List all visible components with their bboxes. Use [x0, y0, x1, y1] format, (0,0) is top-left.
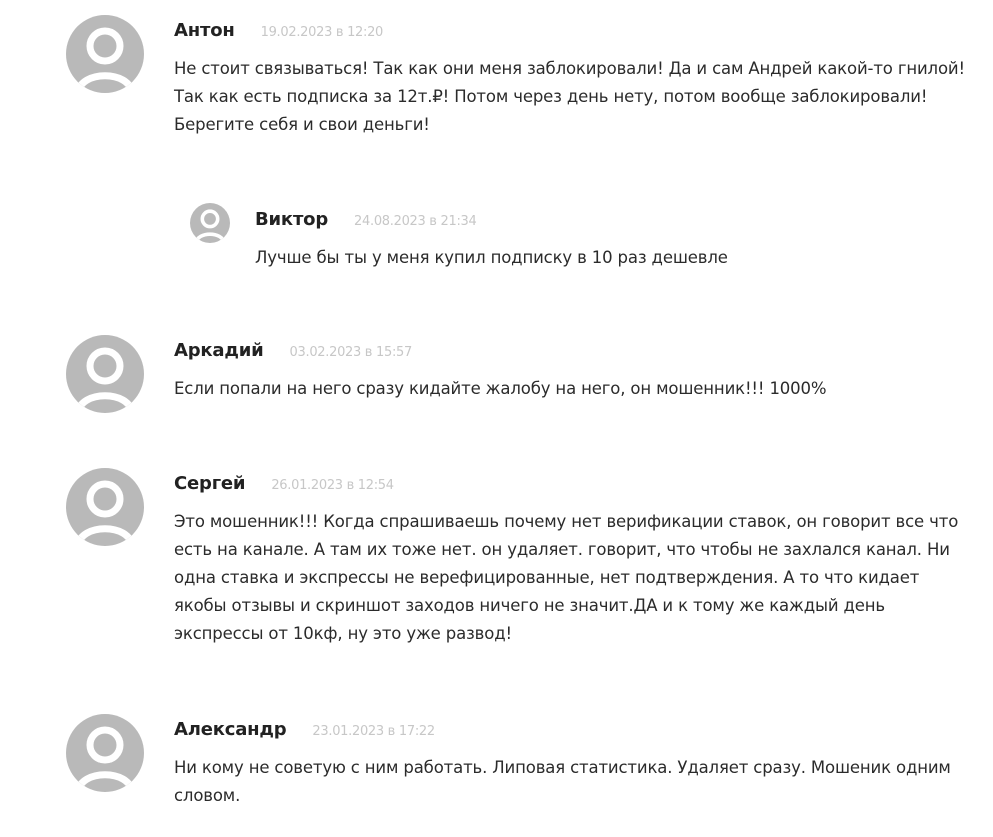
user-avatar-icon [66, 15, 144, 93]
comment-text: Это мошенник!!! Когда спрашиваешь почему… [174, 512, 959, 643]
comment-date[interactable]: 03.02.2023 в 15:57 [290, 345, 413, 360]
comment-meta: Антон 19.02.2023 в 12:20 [174, 20, 974, 41]
comment-meta: Виктор 24.08.2023 в 21:34 [255, 209, 955, 230]
comment-date[interactable]: 23.01.2023 в 17:22 [312, 724, 435, 739]
comment-date[interactable]: 26.01.2023 в 12:54 [271, 478, 394, 493]
user-avatar-icon [66, 714, 144, 792]
comment-author[interactable]: Сергей [174, 473, 246, 494]
comment-author[interactable]: Аркадий [174, 340, 264, 361]
user-avatar-icon [66, 335, 144, 413]
comment-text: Если попали на него сразу кидайте жалобу… [174, 379, 827, 398]
comment-meta: Сергей 26.01.2023 в 12:54 [174, 473, 974, 494]
comment-text: Не стоит связываться! Так как они меня з… [174, 59, 965, 134]
comment-author[interactable]: Виктор [255, 209, 328, 230]
comment-author[interactable]: Александр [174, 719, 287, 740]
comment-author[interactable]: Антон [174, 20, 235, 41]
comment-text: Лучше бы ты у меня купил подписку в 10 р… [255, 248, 728, 267]
comment-date[interactable]: 24.08.2023 в 21:34 [354, 214, 477, 229]
user-avatar-icon [66, 468, 144, 546]
comment-date[interactable]: 19.02.2023 в 12:20 [261, 25, 384, 40]
user-avatar-icon [190, 203, 230, 243]
comment-text: Ни кому не советую с ним работать. Липов… [174, 758, 951, 805]
comment-meta: Аркадий 03.02.2023 в 15:57 [174, 340, 974, 361]
comment-meta: Александр 23.01.2023 в 17:22 [174, 719, 974, 740]
